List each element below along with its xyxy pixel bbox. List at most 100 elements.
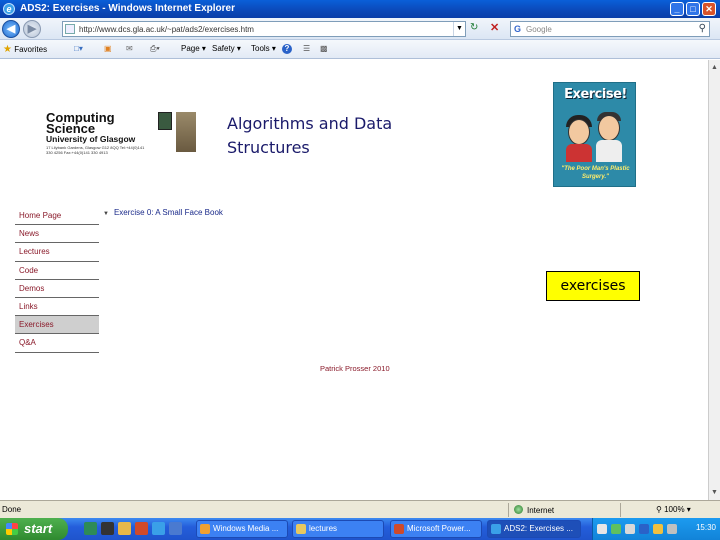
favorites-center-icon[interactable]: □▾ [74, 44, 83, 53]
start-button[interactable]: start [0, 518, 68, 540]
quicklaunch-desktop-icon[interactable] [169, 522, 182, 535]
task-lectures[interactable]: lectures [292, 520, 384, 538]
nav-item-demos[interactable]: Demos [15, 280, 99, 298]
search-icon[interactable]: ⚲ [699, 23, 706, 34]
favorites-button[interactable]: ★ Favorites [3, 44, 47, 55]
task-ads2-exercises[interactable]: ADS2: Exercises ... [487, 520, 581, 538]
task-label: Windows Media ... [213, 524, 279, 533]
address-input[interactable]: http://www.dcs.gla.ac.uk/~pat/ads2/exerc… [62, 21, 466, 37]
exercises-callout: exercises [546, 271, 640, 301]
poster-title: Exercise! [564, 87, 627, 102]
site-title-line2: Structures [227, 138, 310, 157]
system-tray: 15:30 [592, 518, 720, 540]
task-label: ADS2: Exercises ... [504, 524, 573, 533]
nav-item-links[interactable]: Links [15, 298, 99, 317]
site-nav: Home Page News Lectures Code Demos Links… [15, 207, 99, 353]
command-bar: ★ Favorites □▾ ▣ ✉ ⎙▾ Page ▾ Safety ▾ To… [0, 40, 720, 59]
poster-illustration [564, 111, 627, 162]
task-label: lectures [309, 524, 338, 533]
window-titlebar: e ADS2: Exercises - Windows Internet Exp… [0, 0, 720, 18]
task-label: Microsoft Power... [407, 524, 471, 533]
logo-address: 17 Lilybank Gardens, Glasgow G12 8QQ Tel… [46, 145, 145, 155]
scroll-up-icon[interactable]: ▲ [709, 62, 720, 73]
logo-line-science: Science [46, 121, 96, 136]
poster-face-left [568, 119, 590, 145]
security-zone[interactable]: Internet [514, 505, 554, 515]
dcs-logo[interactable]: Computing Science University of Glasgow … [46, 111, 196, 156]
extras-icon[interactable]: ▩ [320, 44, 328, 53]
favorites-label: Favorites [14, 45, 48, 54]
exercise-0-link[interactable]: Exercise 0: A Small Face Book [114, 208, 223, 217]
safety-menu[interactable]: Safety ▾ [212, 44, 241, 53]
quicklaunch-app-icon[interactable] [84, 522, 97, 535]
tray-volume-icon[interactable] [625, 524, 635, 534]
nav-item-code[interactable]: Code [15, 262, 99, 280]
tray-network-icon[interactable] [597, 524, 607, 534]
media-player-icon [200, 524, 210, 534]
forward-button[interactable]: ▶ [23, 20, 41, 38]
nav-item-exercises[interactable]: Exercises [15, 316, 99, 335]
exercise-link-row: ▼ Exercise 0: A Small Face Book [103, 208, 223, 217]
maximize-button[interactable]: □ [686, 2, 700, 16]
triangle-down-icon: ▼ [103, 211, 109, 217]
tray-security-icon[interactable] [611, 524, 621, 534]
tray-update-icon[interactable] [653, 524, 663, 534]
zoom-label: 100% [664, 505, 685, 514]
close-button[interactable]: ✕ [702, 2, 716, 16]
refresh-icon[interactable]: ↻ [470, 22, 478, 33]
poster-body-left [566, 144, 592, 162]
search-input[interactable]: G Google ⚲ [510, 21, 710, 37]
back-button[interactable]: ◀ [2, 20, 20, 38]
chevron-down-icon[interactable]: ▼ [453, 22, 465, 36]
tools-menu[interactable]: Tools ▾ [251, 44, 276, 53]
status-text: Done [2, 505, 22, 514]
university-crest-icon [158, 112, 172, 130]
zone-label: Internet [527, 506, 555, 515]
globe-icon [514, 505, 523, 514]
poster-tagline: "The Poor Man's Plastic Surgery." [561, 166, 630, 180]
window-title: ADS2: Exercises - Windows Internet Explo… [20, 3, 235, 14]
quicklaunch-terminal-icon[interactable] [101, 522, 114, 535]
status-separator [620, 503, 621, 517]
minimize-button[interactable]: _ [670, 2, 684, 16]
tray-clock[interactable]: 15:30 [696, 523, 716, 532]
internet-explorer-icon [491, 524, 501, 534]
zoom-icon: ⚲ [656, 505, 665, 514]
internet-explorer-icon: e [3, 3, 15, 15]
scroll-down-icon[interactable]: ▼ [709, 487, 720, 498]
star-icon: ★ [3, 44, 12, 55]
zoom-level[interactable]: ⚲ 100% ▾ [656, 505, 691, 514]
research-icon[interactable]: ☰ [303, 44, 310, 53]
search-placeholder: Google [526, 25, 552, 34]
help-icon[interactable]: ? [282, 44, 292, 54]
quicklaunch-ie-icon[interactable] [152, 522, 165, 535]
site-title: Algorithms and Data Structures [227, 112, 392, 160]
mail-icon[interactable]: ✉ [126, 44, 133, 53]
address-url: http://www.dcs.gla.ac.uk/~pat/ads2/exerc… [79, 25, 254, 34]
status-separator [508, 503, 509, 517]
page-content: Computing Science University of Glasgow … [0, 60, 708, 500]
page-footer: Patrick Prosser 2010 [320, 364, 390, 373]
nav-item-home-page[interactable]: Home Page [15, 207, 99, 226]
poster-face-right [598, 115, 620, 141]
stop-icon[interactable]: ✕ [490, 21, 499, 34]
poster-body-right [596, 140, 622, 162]
quicklaunch-media-icon[interactable] [135, 522, 148, 535]
page-icon [65, 24, 75, 34]
task-microsoft-powerpoint[interactable]: Microsoft Power... [390, 520, 482, 538]
site-title-line1: Algorithms and Data [227, 114, 393, 133]
page-menu[interactable]: Page ▾ [181, 44, 206, 53]
nav-item-lectures[interactable]: Lectures [15, 243, 99, 262]
nav-item-qa[interactable]: Q&A [15, 334, 99, 353]
nav-item-news[interactable]: News [15, 225, 99, 244]
address-toolbar: ◀ ▶ http://www.dcs.gla.ac.uk/~pat/ads2/e… [0, 18, 720, 40]
tray-bluetooth-icon[interactable] [639, 524, 649, 534]
taskbar: start Windows Media ... lectures Microso… [0, 518, 720, 540]
powerpoint-icon [394, 524, 404, 534]
feeds-icon[interactable]: ▣ [104, 44, 112, 53]
quicklaunch-folder-icon[interactable] [118, 522, 131, 535]
tray-misc-icon[interactable] [667, 524, 677, 534]
vertical-scrollbar[interactable]: ▲ ▼ [708, 60, 720, 500]
print-icon[interactable]: ⎙▾ [150, 44, 160, 54]
task-windows-media[interactable]: Windows Media ... [196, 520, 288, 538]
